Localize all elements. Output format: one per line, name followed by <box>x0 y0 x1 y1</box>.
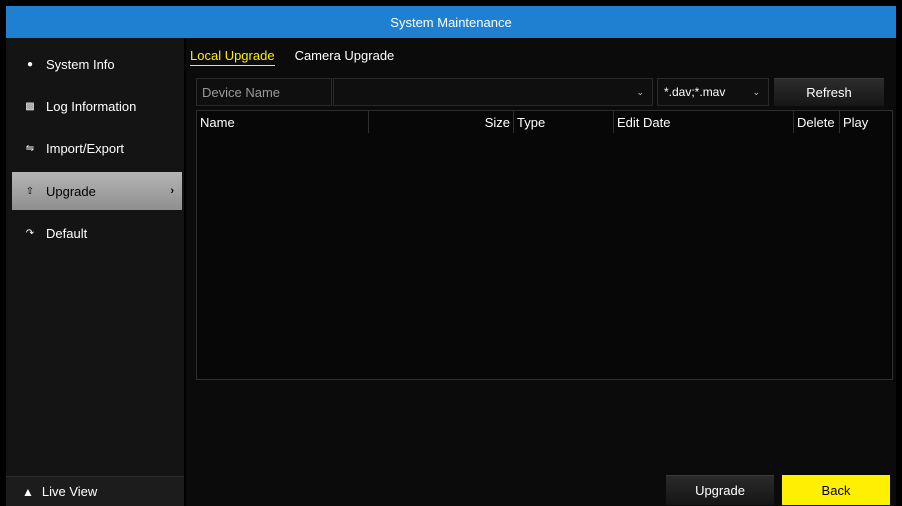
live-view-button[interactable]: ▲ Live View <box>6 476 184 506</box>
column-header-play[interactable]: Play <box>840 111 892 133</box>
import-export-icon: ⇋ <box>25 142 35 154</box>
sidebar-item-system-info[interactable]: ● System Info <box>12 45 182 83</box>
refresh-button[interactable]: Refresh <box>774 78 884 106</box>
device-select[interactable]: ⌄ <box>333 78 653 106</box>
log-icon: ▩ <box>25 100 35 112</box>
file-type-select[interactable]: *.dav;*.mav ⌄ <box>657 78 769 106</box>
info-icon: ● <box>26 58 34 70</box>
sidebar-item-upgrade[interactable]: ⇧ Upgrade › <box>12 172 182 210</box>
chevron-down-icon: ⌄ <box>636 87 644 97</box>
chevron-down-icon: ⌄ <box>752 87 760 97</box>
column-header-name[interactable]: Name <box>197 111 369 133</box>
column-header-type[interactable]: Type <box>514 111 614 133</box>
tab-bar: Local Upgrade Camera Upgrade <box>190 48 394 66</box>
back-button[interactable]: Back <box>782 475 890 505</box>
table-header: Name Size Type Edit Date Delete Play <box>197 111 892 133</box>
window-title: System Maintenance <box>6 6 896 38</box>
column-header-delete[interactable]: Delete <box>794 111 840 133</box>
chevron-right-icon: › <box>170 185 174 197</box>
upgrade-icon: ⇧ <box>25 185 35 197</box>
sidebar-item-label: Default <box>46 225 88 241</box>
home-icon: ▲ <box>22 484 34 499</box>
sidebar-item-label: Import/Export <box>46 140 125 156</box>
filter-row: Device Name ⌄ *.dav;*.mav ⌄ Refresh <box>196 78 886 106</box>
column-header-edit-date[interactable]: Edit Date <box>614 111 794 133</box>
file-table: Name Size Type Edit Date Delete Play <box>196 110 893 380</box>
file-type-value: *.dav;*.mav <box>664 85 726 99</box>
sidebar-item-log-information[interactable]: ▩ Log Information <box>12 87 182 125</box>
sidebar-item-default[interactable]: ↷ Default <box>12 214 182 252</box>
tab-local-upgrade[interactable]: Local Upgrade <box>190 48 275 66</box>
main-panel: Local Upgrade Camera Upgrade Device Name… <box>186 38 896 506</box>
upgrade-button[interactable]: Upgrade <box>666 475 774 505</box>
device-name-label: Device Name <box>196 78 332 106</box>
column-header-size[interactable]: Size <box>369 111 514 133</box>
sidebar-item-label: System Info <box>46 56 115 72</box>
sidebar: ● System Info ▩ Log Information ⇋ Import… <box>6 38 184 506</box>
live-view-label: Live View <box>41 484 98 499</box>
tab-camera-upgrade[interactable]: Camera Upgrade <box>295 48 395 66</box>
default-icon: ↷ <box>25 227 35 239</box>
sidebar-item-label: Upgrade <box>46 183 96 199</box>
sidebar-item-import-export[interactable]: ⇋ Import/Export <box>12 129 182 167</box>
sidebar-item-label: Log Information <box>46 98 137 114</box>
